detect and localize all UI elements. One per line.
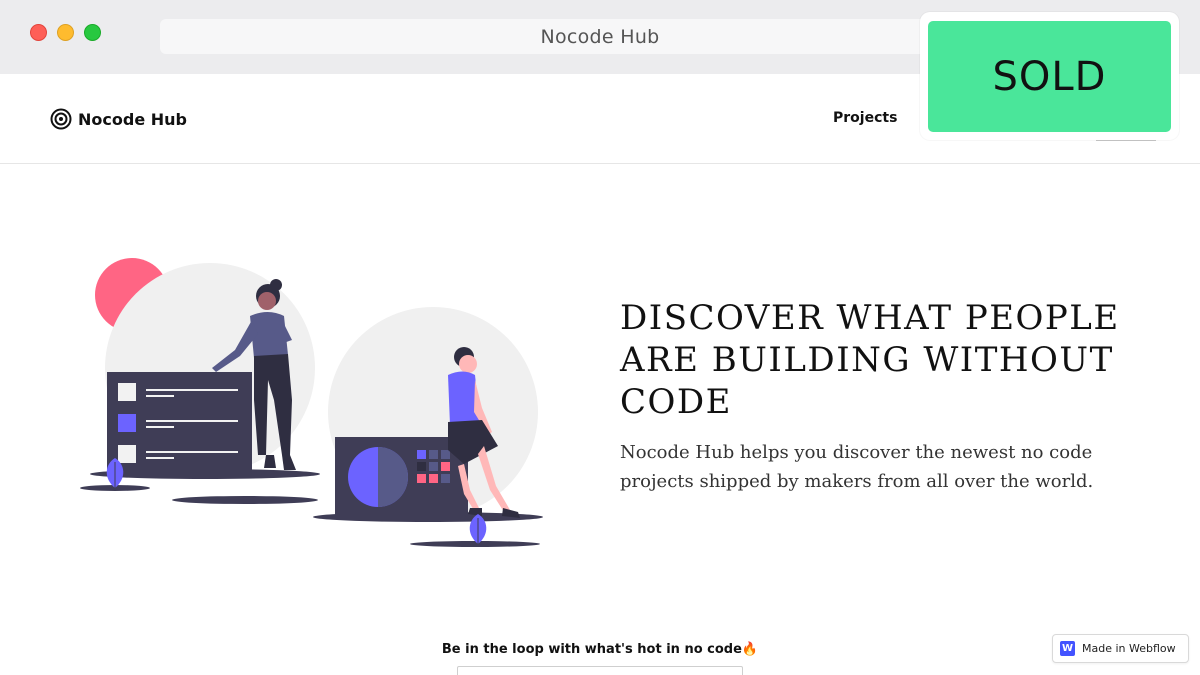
newsletter-email-input[interactable] [457, 666, 743, 675]
target-icon [50, 108, 72, 130]
maximize-window-button[interactable] [84, 24, 101, 41]
minimize-window-button[interactable] [57, 24, 74, 41]
nav-link-projects[interactable]: Projects [833, 110, 897, 126]
brand-name: Nocode Hub [78, 109, 187, 129]
address-text: Nocode Hub [540, 25, 660, 48]
hero-description: Nocode Hub helps you discover the newest… [620, 442, 1094, 492]
people-with-dashboard-illustration [80, 258, 543, 547]
sold-label: SOLD [992, 53, 1107, 100]
webflow-icon: W [1060, 641, 1075, 656]
address-bar[interactable]: Nocode Hub [160, 19, 1040, 54]
webflow-badge-label: Made in Webflow [1082, 642, 1176, 655]
close-window-button[interactable] [30, 24, 47, 41]
sold-badge: SOLD [928, 21, 1171, 132]
made-in-webflow-badge[interactable]: W Made in Webflow [1052, 634, 1189, 663]
brand-link[interactable]: Nocode Hub [50, 108, 187, 130]
window-controls [30, 24, 101, 41]
sold-badge-frame: SOLD [920, 12, 1179, 140]
newsletter-title: Be in the loop with what's hot in no cod… [441, 642, 759, 657]
hero-title: DISCOVER WHAT PEOPLE ARE BUILDING WITHOU… [620, 298, 1120, 422]
